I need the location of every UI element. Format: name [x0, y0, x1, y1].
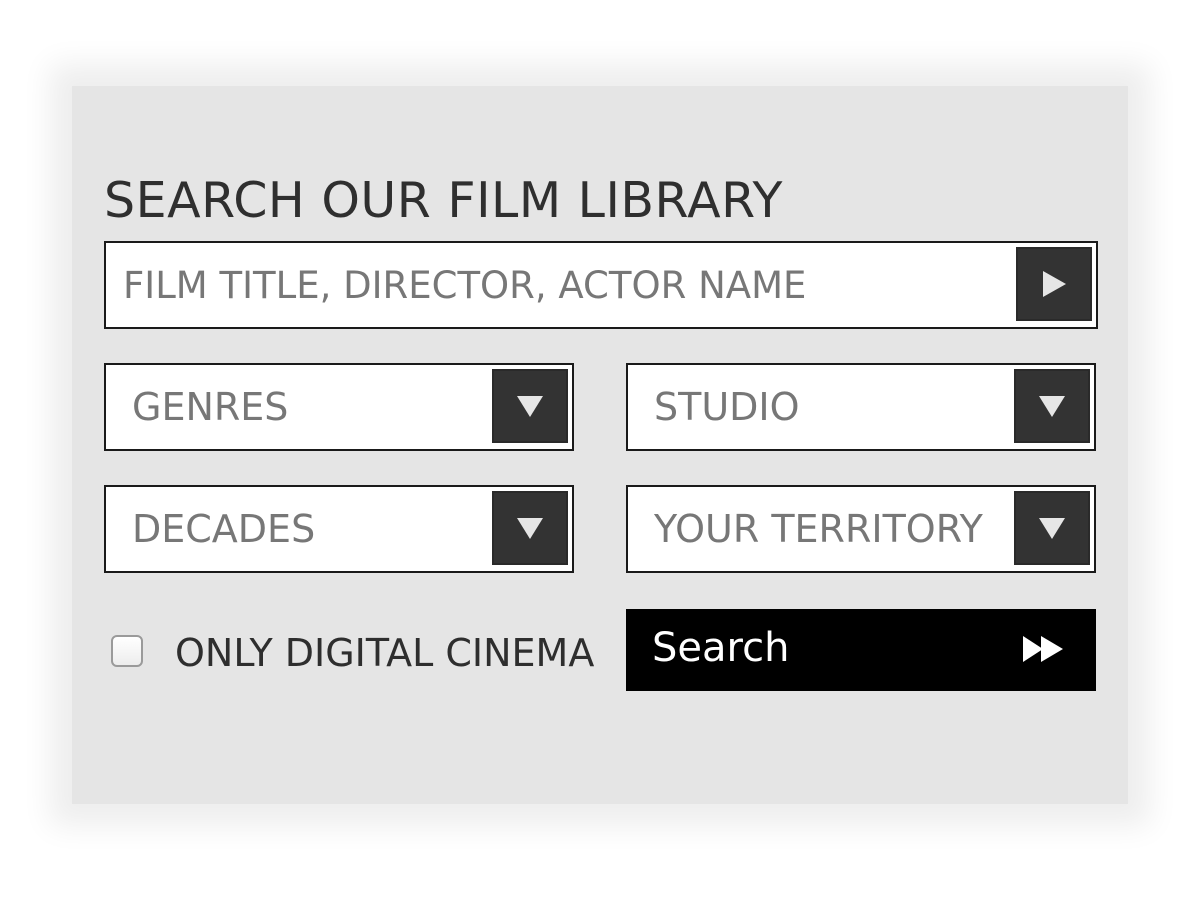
- genres-selected-value: GENRES: [132, 385, 289, 429]
- territory-selected-value: YOUR TERRITORY: [654, 507, 983, 551]
- territory-dropdown[interactable]: YOUR TERRITORY: [626, 485, 1096, 573]
- studio-dropdown-button[interactable]: [1014, 369, 1090, 443]
- digital-cinema-label[interactable]: ONLY DIGITAL CINEMA: [175, 630, 594, 676]
- genres-dropdown-button[interactable]: [492, 369, 568, 443]
- page-title: SEARCH OUR FILM LIBRARY: [104, 171, 783, 229]
- fast-forward-icon: [1023, 636, 1063, 662]
- keyword-search-input[interactable]: FILM TITLE, DIRECTOR, ACTOR NAME: [123, 243, 806, 327]
- play-icon: [1043, 271, 1066, 297]
- studio-selected-value: STUDIO: [654, 385, 800, 429]
- keyword-search-field[interactable]: FILM TITLE, DIRECTOR, ACTOR NAME: [104, 241, 1098, 329]
- decades-dropdown[interactable]: DECADES: [104, 485, 574, 573]
- decades-dropdown-button[interactable]: [492, 491, 568, 565]
- keyword-submit-button[interactable]: [1016, 247, 1092, 321]
- decades-selected-value: DECADES: [132, 507, 316, 551]
- triangle-down-icon: [1039, 396, 1065, 417]
- studio-dropdown[interactable]: STUDIO: [626, 363, 1096, 451]
- territory-dropdown-button[interactable]: [1014, 491, 1090, 565]
- digital-cinema-checkbox[interactable]: [111, 635, 143, 667]
- triangle-down-icon: [517, 518, 543, 539]
- triangle-down-icon: [517, 396, 543, 417]
- search-button-label: Search: [652, 625, 790, 671]
- triangle-down-icon: [1039, 518, 1065, 539]
- genres-dropdown[interactable]: GENRES: [104, 363, 574, 451]
- search-button[interactable]: Search: [626, 609, 1096, 691]
